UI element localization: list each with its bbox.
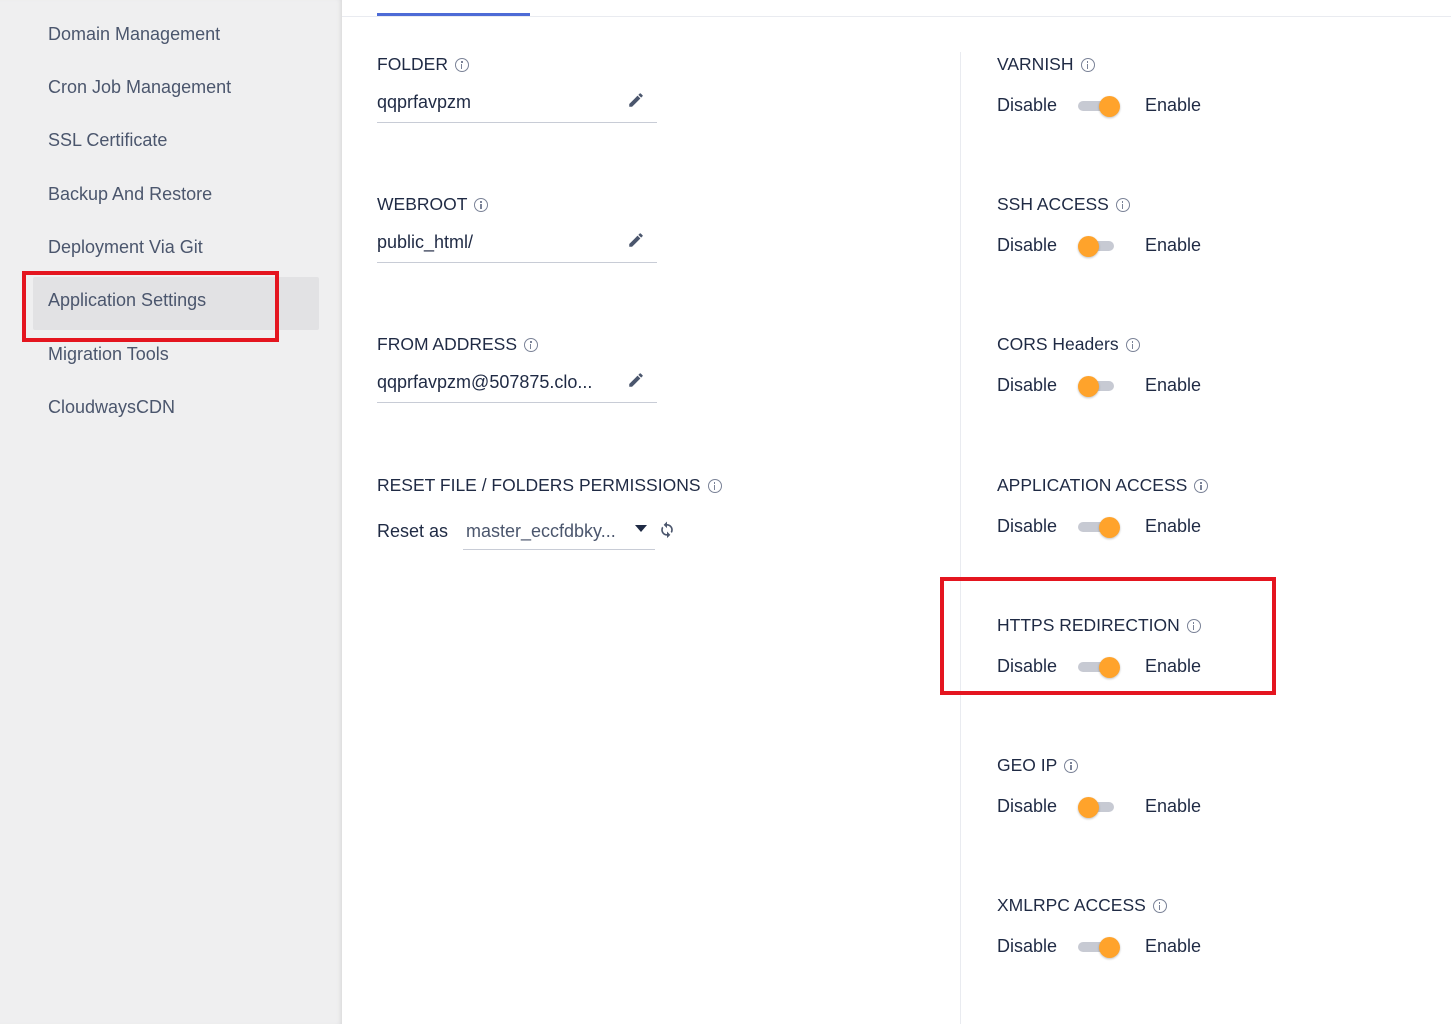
cors-headers-label: CORS Headers	[997, 334, 1140, 355]
info-icon[interactable]	[1064, 758, 1079, 773]
edit-pencil-icon[interactable]	[627, 91, 645, 109]
disable-label: Disable	[997, 516, 1058, 536]
enable-label: Enable	[1145, 516, 1202, 536]
active-tab-indicator	[377, 13, 530, 16]
toggle-knob	[1099, 657, 1120, 678]
cors-headers-toggle[interactable]	[1078, 376, 1120, 397]
disable-label: Disable	[997, 936, 1058, 956]
info-icon[interactable]	[707, 478, 722, 493]
info-icon[interactable]	[474, 197, 489, 212]
folder-label-text: FOLDER	[377, 54, 448, 74]
reset-permissions-label: RESET FILE / FOLDERS PERMISSIONS	[377, 475, 722, 496]
info-icon[interactable]	[1152, 898, 1167, 913]
from-address-label: FROM ADDRESS	[377, 334, 539, 355]
disable-label: Disable	[997, 656, 1058, 676]
webroot-value: public_html/	[377, 232, 474, 252]
varnish-label: VARNISH	[997, 54, 1095, 75]
varnish-toggle[interactable]	[1078, 96, 1120, 117]
webroot-field: public_html/	[377, 226, 657, 263]
enable-label: Enable	[1145, 375, 1202, 395]
folder-value: qqprfavpzm	[377, 92, 472, 112]
info-icon[interactable]	[1194, 478, 1209, 493]
reset-permissions-label-text: RESET FILE / FOLDERS PERMISSIONS	[377, 475, 701, 495]
application-access-toggle[interactable]	[1078, 517, 1120, 538]
cors-headers-label-text: CORS Headers	[997, 334, 1119, 354]
disable-label: Disable	[997, 375, 1058, 395]
sidebar-item-deployment-via-git[interactable]: Deployment Via Git	[48, 237, 203, 258]
xmlrpc-access-label-text: XMLRPC ACCESS	[997, 895, 1146, 915]
ssh-access-label: SSH ACCESS	[997, 194, 1130, 215]
reset-user-selected-value: master_eccfdbky...	[466, 521, 616, 541]
info-icon[interactable]	[1125, 337, 1140, 352]
toggle-knob	[1099, 937, 1120, 958]
webroot-label: WEBROOT	[377, 194, 489, 215]
from-address-field: qqprfavpzm@507875.clo...	[377, 366, 657, 403]
enable-label: Enable	[1145, 796, 1202, 816]
disable-label: Disable	[997, 235, 1058, 255]
info-icon[interactable]	[1115, 197, 1130, 212]
tab-bar-divider	[342, 16, 1451, 17]
edit-pencil-icon[interactable]	[627, 371, 645, 389]
toggle-knob	[1078, 376, 1099, 397]
refresh-icon[interactable]	[657, 519, 677, 539]
https-redirection-toggle[interactable]	[1078, 657, 1120, 678]
from-address-label-text: FROM ADDRESS	[377, 334, 518, 354]
https-redirection-label-text: HTTPS REDIRECTION	[997, 615, 1180, 635]
xmlrpc-access-label: XMLRPC ACCESS	[997, 895, 1167, 916]
enable-label: Enable	[1145, 95, 1202, 115]
enable-label: Enable	[1145, 235, 1202, 255]
edit-pencil-icon[interactable]	[627, 231, 645, 249]
sidebar-item-migration-tools[interactable]: Migration Tools	[48, 344, 169, 365]
https-redirection-label: HTTPS REDIRECTION	[997, 615, 1201, 636]
info-icon[interactable]	[454, 57, 469, 72]
geo-ip-label-text: GEO IP	[997, 755, 1058, 775]
toggle-knob	[1099, 96, 1120, 117]
folder-field: qqprfavpzm	[377, 86, 657, 123]
chevron-down-icon	[635, 525, 647, 532]
reset-user-select[interactable]: master_eccfdbky...	[463, 514, 655, 550]
sidebar-item-cron-job-management[interactable]: Cron Job Management	[48, 77, 231, 98]
sidebar: Domain Management Cron Job Management SS…	[0, 0, 342, 1024]
disable-label: Disable	[997, 95, 1058, 115]
sidebar-item-cloudwayscdn[interactable]: CloudwaysCDN	[48, 397, 175, 418]
highlight-box-application-settings	[22, 271, 279, 342]
xmlrpc-access-toggle[interactable]	[1078, 937, 1120, 958]
toggle-knob	[1078, 797, 1099, 818]
info-icon[interactable]	[524, 337, 539, 352]
enable-label: Enable	[1145, 656, 1202, 676]
geo-ip-label: GEO IP	[997, 755, 1079, 776]
from-address-value: qqprfavpzm@507875.clo...	[377, 372, 593, 392]
column-divider	[960, 52, 961, 1024]
sidebar-item-domain-management[interactable]: Domain Management	[48, 24, 220, 45]
application-access-label-text: APPLICATION ACCESS	[997, 475, 1188, 495]
varnish-label-text: VARNISH	[997, 54, 1074, 74]
ssh-access-label-text: SSH ACCESS	[997, 194, 1109, 214]
info-icon[interactable]	[1186, 618, 1201, 633]
application-access-label: APPLICATION ACCESS	[997, 475, 1209, 496]
disable-label: Disable	[997, 796, 1058, 816]
info-icon[interactable]	[1080, 57, 1095, 72]
sidebar-item-ssl-certificate[interactable]: SSL Certificate	[48, 130, 167, 151]
ssh-access-toggle[interactable]	[1078, 236, 1120, 257]
webroot-label-text: WEBROOT	[377, 194, 468, 214]
toggle-knob	[1078, 236, 1099, 257]
toggle-knob	[1099, 517, 1120, 538]
folder-label: FOLDER	[377, 54, 469, 75]
sidebar-item-backup-and-restore[interactable]: Backup And Restore	[48, 184, 212, 205]
reset-as-label: Reset as	[377, 521, 449, 541]
geo-ip-toggle[interactable]	[1078, 797, 1120, 818]
enable-label: Enable	[1145, 936, 1202, 956]
